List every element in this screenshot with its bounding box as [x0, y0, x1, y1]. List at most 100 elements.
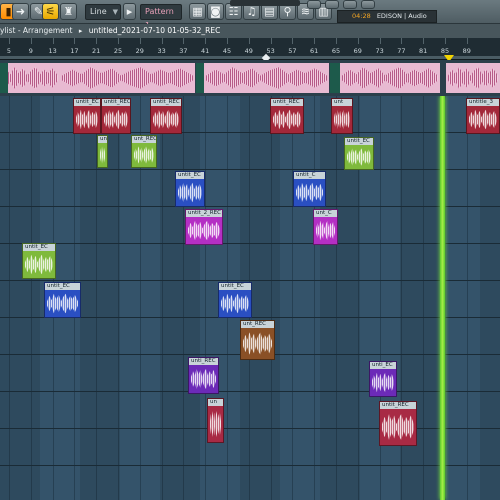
- lane-clip[interactable]: [340, 63, 440, 93]
- waveform: [62, 67, 193, 89]
- ruler-tick-mark: [379, 38, 381, 44]
- ruler-bar-label: 73: [375, 47, 384, 55]
- record-icon[interactable]: ◙: [207, 3, 224, 20]
- waveform: [342, 67, 438, 89]
- clip-label: un: [208, 399, 223, 406]
- lane-clip[interactable]: [330, 63, 340, 93]
- small-button-2[interactable]: [325, 0, 339, 9]
- master-volume-slider[interactable]: [230, 0, 300, 6]
- lane-clip[interactable]: [196, 63, 204, 93]
- track-divider: [0, 428, 500, 429]
- ruler-tick-mark: [74, 38, 76, 44]
- playhead[interactable]: [440, 96, 445, 500]
- clip-label: untit_C: [294, 172, 325, 179]
- waveform: [469, 109, 497, 130]
- lane-clip[interactable]: [0, 63, 8, 93]
- ruler-tick-mark: [52, 38, 54, 44]
- ruler-bar-label: 69: [353, 47, 362, 55]
- chevron-right-icon[interactable]: ▸: [123, 3, 136, 20]
- ruler-tick-mark: [30, 38, 32, 44]
- audio-clip[interactable]: untit_EC: [44, 282, 81, 318]
- ruler-tick-mark: [357, 38, 359, 44]
- clip-label: untit_EC: [45, 283, 80, 290]
- timeline-ruler[interactable]: 5 9 13 17 21 25 29 33 37 41 45 49 53 57 61 65 69 73 77 81 85…: [0, 38, 500, 63]
- clip-body: [271, 106, 303, 133]
- track-divider: [0, 206, 500, 207]
- lane-clip[interactable]: [446, 63, 500, 93]
- lane-clip[interactable]: [0, 63, 60, 93]
- waveform: [134, 146, 154, 164]
- audio-clip[interactable]: untit_REC: [379, 401, 417, 446]
- clip-body: [176, 179, 204, 206]
- audio-clip[interactable]: unt_REC: [131, 135, 157, 168]
- ruler-tick-mark: [161, 38, 163, 44]
- clip-body: [380, 409, 416, 445]
- waveform: [25, 254, 53, 275]
- lane-clip[interactable]: [204, 63, 329, 93]
- snap-mode-select[interactable]: Line ▼: [85, 4, 121, 20]
- waveform: [178, 182, 202, 203]
- paint-icon[interactable]: ⚟: [42, 3, 59, 20]
- clip-label: untit_2_REC: [186, 210, 222, 217]
- playlist-grid[interactable]: untit_EC untit_REC untit_REC untit_REC u…: [0, 96, 500, 500]
- audio-clip[interactable]: unti_REC: [188, 357, 219, 394]
- audio-clip[interactable]: untitle_3: [466, 98, 500, 134]
- waveform: [104, 109, 128, 130]
- audio-clip[interactable]: unt_C: [313, 209, 338, 245]
- audio-clip[interactable]: untit_REC: [270, 98, 304, 134]
- small-button-1[interactable]: [307, 0, 321, 9]
- ruler-tick-mark: [9, 38, 10, 44]
- audio-clip[interactable]: untit_EC: [175, 171, 205, 207]
- clip-body: [241, 328, 274, 359]
- audio-clip[interactable]: unt: [331, 98, 353, 134]
- track-divider: [0, 169, 500, 170]
- audio-clip[interactable]: un: [207, 398, 224, 443]
- track-divider: [0, 391, 500, 392]
- clip-label: untit_REC: [380, 402, 416, 409]
- chevron-down-icon: ▼: [112, 8, 118, 16]
- audio-clip[interactable]: untit_REC: [150, 98, 182, 134]
- audio-clip[interactable]: untit_EC: [22, 243, 56, 279]
- clip-body: [370, 369, 396, 396]
- ruler-bar-label: 45: [222, 47, 232, 55]
- small-button-3[interactable]: [343, 0, 357, 9]
- ruler-bar-label: 37: [179, 47, 188, 55]
- ruler-bar-label: 33: [157, 47, 166, 55]
- playlist-titlebar: ylist - Arrangement ▸ untitled_2021-07-1…: [0, 24, 500, 38]
- ruler-bar-label: 5: [6, 47, 12, 55]
- ruler-scrub-bar[interactable]: [0, 56, 500, 59]
- waveform: [206, 67, 327, 89]
- grid-icon[interactable]: ▦: [189, 3, 206, 20]
- waveform: [47, 293, 78, 314]
- pattern-select[interactable]: Pattern 1: [140, 4, 182, 30]
- track-divider: [0, 243, 500, 244]
- clip-body: [132, 143, 156, 167]
- audio-clip[interactable]: un: [97, 135, 108, 168]
- chevron-right-icon: ▸: [78, 27, 83, 35]
- ruler-tick-mark: [445, 38, 446, 44]
- ruler-bar-label: 21: [92, 47, 101, 55]
- clip-body: [467, 106, 499, 133]
- audio-clip[interactable]: untit_EC: [344, 137, 374, 170]
- waveform: [448, 67, 498, 89]
- audio-clip[interactable]: untit_EC: [73, 98, 101, 134]
- clip-body: [345, 145, 373, 169]
- small-button-4[interactable]: [361, 0, 375, 9]
- ruler-bar-label: 41: [201, 47, 210, 55]
- play-arrow-icon[interactable]: ➜: [12, 3, 29, 20]
- ruler-bar-label: 77: [397, 47, 406, 55]
- audio-clip[interactable]: untit_EC: [218, 282, 252, 318]
- audio-clip[interactable]: unti_EC: [369, 361, 397, 397]
- ruler-tick-mark: [336, 38, 337, 44]
- clip-body: [186, 217, 222, 244]
- stamp-icon[interactable]: ♜: [60, 3, 77, 20]
- audio-clip[interactable]: untit_C: [293, 171, 326, 207]
- clip-label: untit_REC: [271, 99, 303, 106]
- audio-clip[interactable]: untit_REC: [101, 98, 131, 134]
- audio-clip[interactable]: untit_2_REC: [185, 209, 223, 245]
- clip-label: unt_REC: [241, 321, 274, 328]
- ruler-tick-mark: [248, 38, 250, 44]
- lane-clip[interactable]: [60, 63, 195, 93]
- audio-clip[interactable]: unt_REC: [240, 320, 275, 360]
- track-divider: [0, 280, 500, 281]
